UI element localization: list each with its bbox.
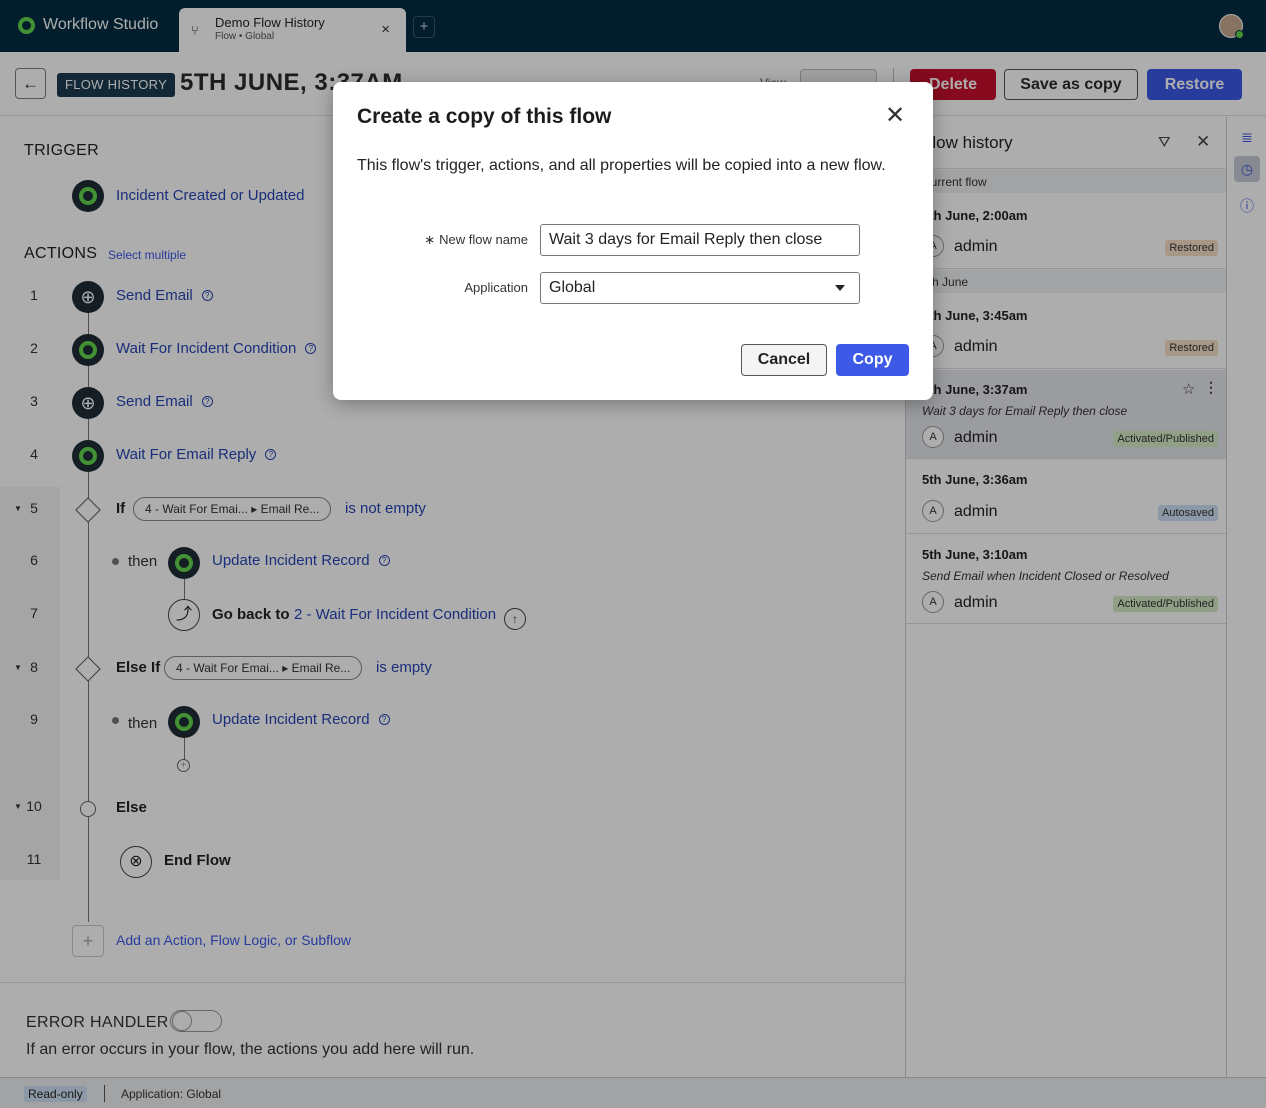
chevron-down-icon xyxy=(835,285,845,291)
close-icon[interactable]: ✕ xyxy=(885,104,905,128)
copy-button[interactable]: Copy xyxy=(836,344,909,376)
flow-name-input[interactable] xyxy=(540,224,860,256)
flow-name-label: ∗ New flow name xyxy=(333,232,528,248)
copy-flow-dialog: Create a copy of this flow ✕ This flow's… xyxy=(333,82,933,400)
flow-name-label-text: New flow name xyxy=(439,232,528,247)
required-icon: ∗ xyxy=(424,232,436,247)
dialog-description: This flow's trigger, actions, and all pr… xyxy=(357,157,886,174)
application-label: Application xyxy=(464,280,528,295)
application-select-value: Global xyxy=(549,279,596,296)
cancel-button[interactable]: Cancel xyxy=(741,344,827,376)
dialog-title: Create a copy of this flow xyxy=(357,105,612,128)
application-select[interactable]: Global xyxy=(540,272,860,304)
